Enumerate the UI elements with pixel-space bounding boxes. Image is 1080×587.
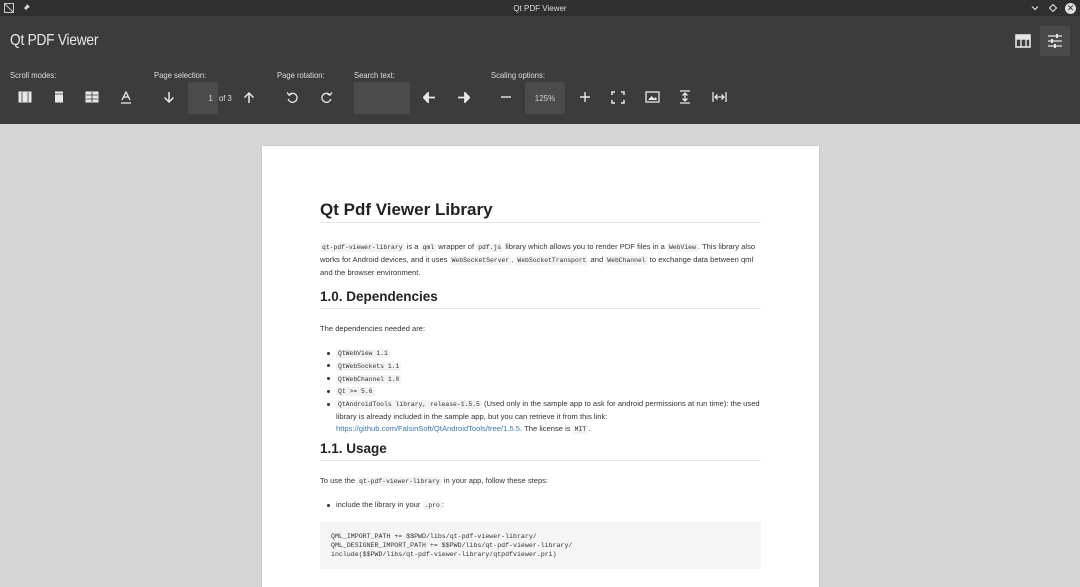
text: . — [588, 423, 591, 433]
inline-code: QtWebChannel 1.0 — [336, 374, 402, 384]
app-icon[interactable] — [3, 2, 15, 14]
arrow-up-icon — [243, 91, 255, 103]
page-rotation-label: Page rotation: — [277, 70, 325, 80]
maximize-icon[interactable] — [1047, 2, 1059, 14]
text: is a — [404, 242, 421, 251]
text: . The license is — [520, 423, 573, 433]
text: and — [588, 254, 606, 264]
inline-code: QtWebSockets 1.1 — [336, 361, 402, 371]
inline-code: QtWebView 1.1 — [336, 349, 390, 358]
pdf-page[interactable]: Qt Pdf Viewer Library qt-pdf-viewer-libr… — [262, 146, 819, 587]
app-title: Qt PDF Viewer — [10, 32, 99, 49]
inline-code: qt-pdf-viewer-library — [357, 477, 442, 486]
inline-code: MIT — [572, 424, 589, 434]
text-select-button[interactable] — [111, 82, 141, 112]
minimize-icon[interactable] — [1029, 2, 1041, 14]
book-pages-icon — [18, 91, 32, 103]
inline-code: pdf.js — [476, 243, 504, 252]
single-page-icon — [55, 91, 63, 103]
usage-heading: 1.1. Usage — [320, 442, 761, 461]
text: include the library in your — [336, 500, 423, 509]
search-input[interactable] — [354, 82, 410, 114]
scaling-options-label: Scaling options: — [491, 70, 546, 80]
rotate-right-icon — [320, 91, 333, 103]
fullscreen-icon — [611, 90, 625, 104]
next-page-button[interactable] — [154, 82, 184, 112]
window-titlebar: Qt PDF Viewer ✕ — [0, 0, 1080, 16]
list-item: QtWebChannel 1.0 — [320, 373, 761, 386]
scroll-mode-grid-button[interactable] — [77, 82, 107, 112]
code-block: QML_IMPORT_PATH += $$PWD/libs/qt-pdf-vie… — [320, 522, 761, 569]
layout-button[interactable] — [1008, 26, 1038, 56]
arrow-left-icon — [422, 91, 435, 103]
fit-height-icon — [680, 90, 690, 104]
page-number-input[interactable]: 1 — [188, 82, 218, 114]
text: wrapper of — [436, 242, 477, 251]
fit-width-icon — [711, 92, 727, 102]
search-text-label: Search text: — [354, 70, 395, 80]
inline-code: WebSocketServer — [449, 255, 512, 265]
table-layout-icon — [1015, 34, 1031, 48]
grid-pages-icon — [85, 91, 99, 103]
zoom-in-button[interactable] — [570, 82, 600, 112]
arrow-right-icon — [457, 91, 470, 103]
search-previous-button[interactable] — [414, 82, 444, 112]
scroll-modes-label: Scroll modes: — [10, 70, 57, 80]
intro-paragraph: qt-pdf-viewer-library is a qml wrapper o… — [320, 241, 761, 278]
fit-height-button[interactable] — [670, 82, 700, 112]
inline-code: WebChannel — [605, 255, 648, 265]
plus-icon — [580, 92, 590, 102]
page-number-value: 1 — [208, 93, 213, 103]
scroll-mode-vertical-button[interactable] — [44, 82, 74, 112]
usage-text: To use the qt-pdf-viewer-library in your… — [320, 475, 761, 488]
rotate-right-button[interactable] — [311, 82, 341, 112]
inline-code: .pro — [422, 501, 442, 510]
list-item: QtWebView 1.1 — [320, 347, 761, 360]
zoom-value: 125% — [534, 93, 556, 103]
list-item: include the library in your .pro: — [320, 499, 761, 512]
usage-steps-list: include the library in your .pro: — [320, 499, 761, 512]
dependencies-text: The dependencies needed are: — [320, 324, 426, 333]
window-title: Qt PDF Viewer — [513, 3, 567, 13]
page-total-label: of 3 — [219, 93, 232, 103]
search-next-button[interactable] — [448, 82, 478, 112]
zoom-out-button[interactable] — [491, 82, 521, 112]
actual-size-button[interactable] — [637, 82, 667, 112]
text: : — [441, 500, 444, 509]
fit-width-button[interactable] — [704, 82, 734, 112]
list-item: Qt >= 5.6 — [320, 385, 761, 398]
fit-page-button[interactable] — [603, 82, 633, 112]
text-underline-icon — [121, 90, 131, 104]
sliders-icon — [1048, 34, 1062, 48]
previous-page-button[interactable] — [234, 82, 264, 112]
inline-code: WebView — [667, 243, 698, 252]
app-header: Qt PDF Viewer Scroll modes: Page selecti… — [0, 16, 1080, 124]
inline-code: QtAndroidTools library, release-1.5.5 — [336, 400, 482, 410]
arrow-down-icon — [163, 91, 175, 103]
rotate-left-icon — [285, 91, 298, 103]
text: library which allows you to render PDF f… — [503, 242, 667, 251]
document-title: Qt Pdf Viewer Library — [320, 201, 761, 223]
dependencies-heading: 1.0. Dependencies — [320, 290, 761, 309]
pin-icon[interactable] — [20, 2, 32, 14]
text: To use the — [320, 476, 358, 485]
list-item: QtWebSockets 1.1 — [320, 360, 761, 373]
qtandroidtools-link[interactable]: https://github.com/FalsinSoft/QtAndroidT… — [336, 424, 520, 433]
close-icon[interactable]: ✕ — [1065, 2, 1076, 14]
scroll-mode-continuous-button[interactable] — [10, 82, 40, 112]
list-item: QtAndroidTools library, release-1.5.5 (U… — [320, 398, 761, 435]
inline-code: qml — [420, 243, 437, 252]
minus-icon — [501, 96, 511, 98]
zoom-input[interactable]: 125% — [525, 82, 565, 114]
settings-button[interactable] — [1040, 26, 1070, 56]
inline-code: Qt >= 5.6 — [336, 387, 375, 397]
page-selection-label: Page selection: — [154, 70, 207, 80]
rotate-left-button[interactable] — [277, 82, 307, 112]
inline-code: qt-pdf-viewer-library — [320, 243, 405, 252]
inline-code: WebSocketTransport — [515, 255, 589, 265]
image-fit-icon — [644, 91, 660, 103]
dependencies-list: QtWebView 1.1 QtWebSockets 1.1 QtWebChan… — [320, 347, 761, 436]
text: in your app, follow these steps: — [441, 476, 549, 485]
